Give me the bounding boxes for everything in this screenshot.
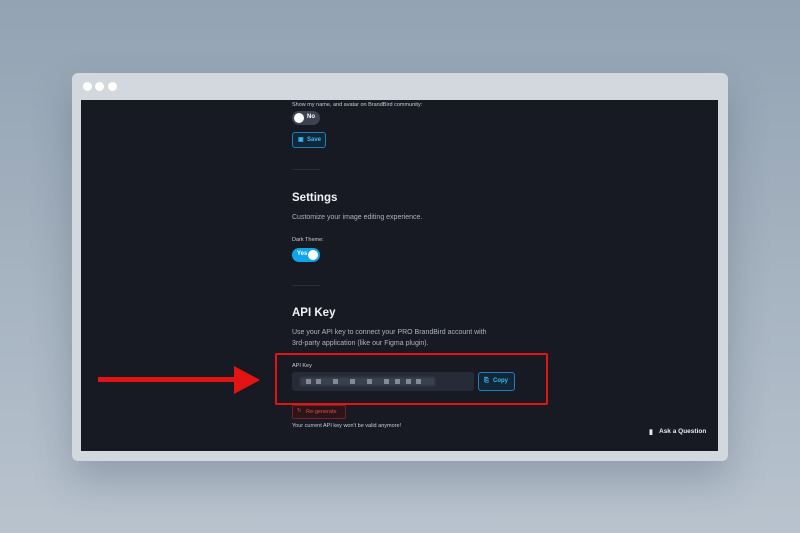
dark-theme-toggle[interactable]: Yes [292,248,320,262]
section-divider [292,169,320,170]
save-button[interactable]: ▣ Save [292,132,326,148]
window-dot-2 [95,82,104,91]
regenerate-label: Re-generate [306,409,337,415]
toggle-knob [308,250,318,260]
save-button-label: Save [307,137,322,143]
toggle-knob [294,113,304,123]
window-dot-3 [108,82,117,91]
settings-title: Settings [292,192,338,204]
refresh-icon: ↻ [297,408,302,414]
community-label: Show my name, and avatar on BrandBird co… [292,102,423,108]
community-toggle[interactable]: No [292,111,320,125]
api-key-title: API Key [292,307,336,319]
window-titlebar [72,73,728,100]
highlight-box [275,353,548,405]
api-description-line2: 3rd-party application (like our Figma pl… [292,340,429,347]
regenerate-button[interactable]: ↻ Re-generate [292,405,346,419]
dark-theme-toggle-text: Yes [297,251,308,257]
settings-description: Customize your image editing experience. [292,214,423,221]
save-icon: ▣ [298,137,304,143]
ask-question-label: Ask a Question [659,428,707,435]
community-toggle-text: No [307,114,315,120]
section-divider [292,285,320,286]
annotation-arrow-icon [234,366,260,394]
api-description-line1: Use your API key to connect your PRO Bra… [292,329,487,336]
api-warning: Your current API key won't be valid anym… [292,423,402,429]
window-dot-1 [83,82,92,91]
annotation-arrow-shaft [98,377,238,382]
dark-theme-label: Dark Theme: [292,237,324,243]
chat-icon: ▮ [649,429,653,436]
